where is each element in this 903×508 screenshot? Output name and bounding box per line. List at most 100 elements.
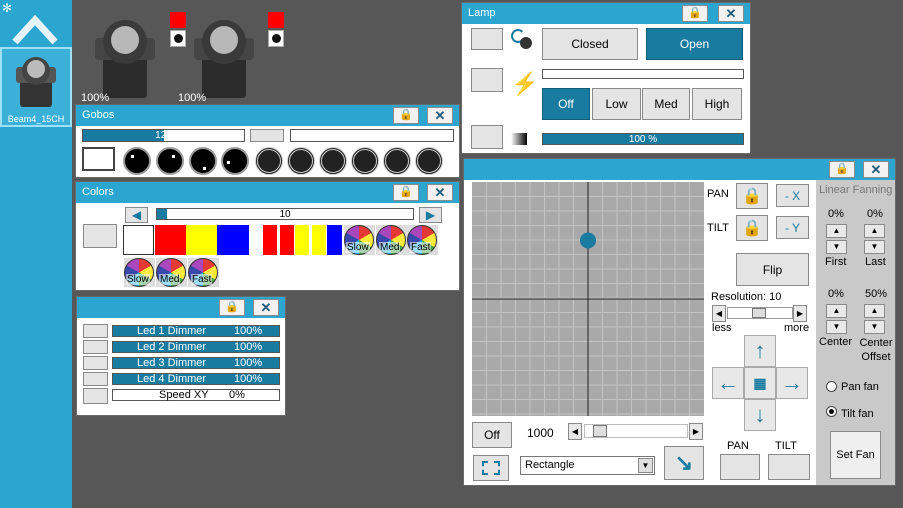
window-title-bar[interactable]: 🔒 ✕ (464, 159, 895, 180)
strobe-high-button[interactable]: High (692, 88, 742, 120)
color-split-red-swatch[interactable] (263, 225, 294, 255)
set-fan-button[interactable]: Set Fan (830, 431, 881, 479)
gobo-icon[interactable] (156, 147, 184, 175)
shutter-button[interactable] (471, 28, 503, 50)
first-up-button[interactable]: ▲ (826, 224, 847, 238)
strobe-low-button[interactable]: Low (592, 88, 641, 120)
color-wheel-med-button-2[interactable]: Med (156, 258, 187, 287)
first-down-button[interactable]: ▼ (826, 240, 847, 254)
color-wheel-slow-button[interactable]: Slow (344, 225, 375, 255)
minus-y-button[interactable]: - Y (776, 216, 809, 239)
flip-button[interactable]: Flip (736, 253, 809, 286)
window-title-bar[interactable]: Colors 🔒 ✕ (76, 182, 459, 203)
speed-xy-bar[interactable]: Speed XY 0% (112, 389, 280, 401)
gobo-rotate-icon[interactable] (319, 147, 347, 175)
last-up-button[interactable]: ▲ (864, 224, 885, 238)
led3-dimmer-bar[interactable]: Led 3 Dimmer 100% (112, 357, 280, 369)
effect-off-button[interactable]: Off (472, 422, 512, 448)
chevron-down-icon[interactable]: ▼ (638, 458, 653, 473)
last-down-button[interactable]: ▼ (864, 240, 885, 254)
color-white-swatch[interactable] (123, 225, 154, 255)
color-blue-swatch[interactable] (217, 225, 249, 255)
gobo-icon[interactable] (221, 147, 249, 175)
xy-position-marker[interactable] (580, 232, 596, 249)
center-down-button[interactable]: ▼ (826, 320, 847, 334)
gobo-icon[interactable] (123, 147, 151, 175)
dimmer-slider[interactable]: 100 % (542, 133, 744, 145)
gobo-open-button[interactable] (82, 147, 115, 171)
color-slider[interactable]: 10 (156, 208, 414, 220)
gobo-rotate-icon[interactable] (287, 147, 315, 175)
gobo-rotate-icon[interactable] (415, 147, 443, 175)
arrow-right-icon[interactable]: → (776, 367, 808, 399)
lock-icon[interactable]: 🔒 (393, 184, 419, 201)
color-open-button[interactable] (83, 224, 117, 248)
tilt-fan-radio[interactable] (826, 406, 837, 417)
center-icon[interactable]: ▦ (744, 367, 776, 399)
color-wheel-fast-button-2[interactable]: Fast (188, 258, 219, 287)
led2-dimmer-bar[interactable]: Led 2 Dimmer 100% (112, 341, 280, 353)
pan-fine-button[interactable] (720, 454, 760, 480)
tilt-fine-button[interactable] (768, 454, 810, 480)
shutter-closed-button[interactable]: Closed (542, 28, 638, 60)
gobo-rotate-icon[interactable] (351, 147, 379, 175)
shutter-open-button[interactable]: Open (646, 28, 743, 60)
led1-dimmer-bar[interactable]: Led 1 Dimmer 100% (112, 325, 280, 337)
minus-x-button[interactable]: - X (776, 184, 809, 207)
tilt-lock-button[interactable]: 🔒 (736, 215, 768, 241)
close-icon[interactable]: ✕ (863, 161, 889, 178)
collapse-up-icon[interactable] (12, 8, 58, 46)
effect-speed-next-button[interactable]: ▶ (689, 423, 703, 440)
strobe-slider[interactable] (542, 69, 744, 79)
strobe-button[interactable] (471, 68, 503, 92)
window-title-bar[interactable]: 🔒 ✕ (77, 297, 285, 318)
resolution-slider[interactable] (727, 307, 793, 319)
led4-button[interactable] (83, 372, 108, 386)
gobo-reset-button[interactable] (250, 129, 284, 142)
select-region-button[interactable] (473, 455, 509, 481)
color-next-button[interactable]: ▶ (419, 207, 442, 223)
color-split-yellow-swatch[interactable] (295, 225, 326, 255)
color-wheel-med-button[interactable]: Med (376, 225, 407, 255)
close-icon[interactable]: ✕ (427, 107, 453, 124)
close-icon[interactable]: ✕ (427, 184, 453, 201)
effect-speed-prev-button[interactable]: ◀ (568, 423, 582, 440)
led2-button[interactable] (83, 340, 108, 354)
color-wheel-fast-button[interactable]: Fast (407, 225, 438, 255)
arrow-down-icon[interactable]: ↓ (744, 399, 776, 431)
shape-select[interactable]: Rectangle ▼ (520, 456, 655, 475)
strobe-off-button[interactable]: Off (542, 88, 590, 120)
color-red-swatch[interactable] (155, 225, 186, 255)
speed-button[interactable] (83, 388, 108, 404)
gobo-slider[interactable]: 129 (82, 129, 245, 142)
gobo-icon[interactable] (189, 147, 217, 175)
strobe-med-button[interactable]: Med (642, 88, 690, 120)
effect-speed-slider[interactable] (584, 424, 688, 438)
color-prev-button[interactable]: ◀ (125, 207, 148, 223)
gobo-rotation-slider[interactable] (290, 129, 454, 142)
led3-button[interactable] (83, 356, 108, 370)
close-icon[interactable]: ✕ (718, 5, 744, 22)
fixture-tile[interactable]: Beam4_15CH (0, 47, 72, 127)
gobo-rotate-icon[interactable] (383, 147, 411, 175)
close-icon[interactable]: ✕ (253, 299, 279, 316)
resolution-less-button[interactable]: ◀ (712, 305, 726, 322)
color-yellow-swatch[interactable] (186, 225, 217, 255)
window-title-bar[interactable]: Gobos 🔒 ✕ (76, 105, 459, 126)
led1-button[interactable] (83, 324, 108, 338)
pan-lock-button[interactable]: 🔒 (736, 183, 768, 209)
offset-down-button[interactable]: ▼ (864, 320, 885, 334)
window-title-bar[interactable]: Lamp 🔒 ✕ (462, 3, 750, 24)
lock-icon[interactable]: 🔒 (393, 107, 419, 124)
color-wheel-slow-button-2[interactable]: Slow (124, 258, 155, 287)
center-up-button[interactable]: ▲ (826, 304, 847, 318)
gobo-rotate-icon[interactable] (255, 147, 283, 175)
lock-icon[interactable]: 🔒 (829, 161, 855, 178)
pan-fan-radio[interactable] (826, 381, 837, 392)
lock-icon[interactable]: 🔒 (219, 299, 245, 316)
arrow-left-icon[interactable]: ← (712, 367, 744, 399)
color-split-blue-swatch[interactable] (327, 225, 342, 255)
shape-direction-button[interactable]: ↘ (664, 446, 704, 480)
led4-dimmer-bar[interactable]: Led 4 Dimmer 100% (112, 373, 280, 385)
arrow-up-icon[interactable]: ↑ (744, 335, 776, 367)
